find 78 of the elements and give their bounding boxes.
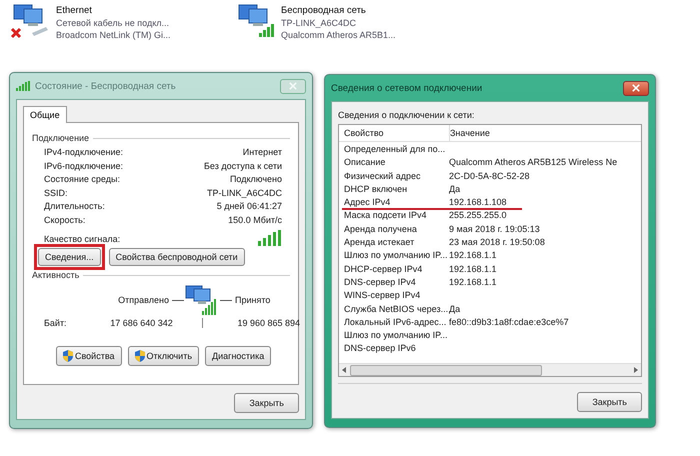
value-cell-text: 9 мая 2018 г. 19:05:13	[449, 222, 540, 236]
property-cell-text: Шлюз по умолчанию IP...	[344, 249, 448, 262]
value-cell: Да	[449, 302, 460, 316]
field-label: Скорость:	[44, 214, 86, 227]
bytes-received: 19 960 865 894	[236, 318, 300, 328]
tab[interactable]: Общие	[23, 106, 67, 123]
close-icon	[289, 82, 297, 90]
scroll-left-icon[interactable]	[342, 367, 346, 373]
adapter-device: Broadcom NetLink (TM) Gi...	[56, 29, 171, 41]
dialog-button[interactable]: Сведения...	[38, 248, 101, 266]
dialog-button[interactable]: Свойства беспроводной сети	[108, 248, 245, 266]
scrollbar-thumb[interactable]	[350, 364, 542, 376]
window-title: Сведения о сетевом подключении	[331, 82, 484, 94]
adapter-status: Сетевой кабель не подкл...	[56, 17, 170, 29]
sent-label: Отправлено	[118, 295, 169, 305]
property-cell-text: Аренда истекает	[344, 236, 416, 250]
close-dialog-button[interactable]: Закрыть	[577, 392, 642, 412]
property-cell-text: Определенный для по...	[344, 143, 446, 156]
property-cell-text: DHCP включен	[344, 182, 408, 196]
signal-bars-icon	[258, 230, 282, 246]
network-computers-icon	[184, 284, 218, 316]
adapter-device: Qualcomm Atheros AR5B1...	[281, 29, 396, 41]
dialog-button[interactable]: Свойства	[56, 346, 122, 366]
field-value: 150.0 Мбит/с	[228, 214, 282, 226]
value-cell: 192.168.1.1	[449, 262, 497, 276]
bytes-sent: 17 686 640 342	[109, 318, 174, 328]
field-value: TP-LINK_A6C4DC	[206, 186, 282, 200]
adapter-name: Беспроводная сеть	[281, 5, 367, 17]
close-dialog-button[interactable]: Закрыть	[234, 393, 299, 413]
value-cell-text: Qualcomm Atheros AR5B125 Wireless Ne	[449, 156, 618, 170]
property-cell-text: DNS-сервер IPv4	[344, 276, 417, 289]
field-value: Интернет	[242, 146, 282, 159]
property-cell: Служба NetBIOS через...	[344, 302, 449, 316]
field-value: Без доступа к сети	[204, 160, 282, 173]
value-cell-text: Да	[449, 182, 460, 196]
adapter-status: TP-LINK_A6C4DC	[281, 17, 358, 29]
field-value: 5 дней 06:41:27	[216, 200, 282, 213]
field-label: Качество сигнала:	[44, 232, 120, 246]
network-computers-icon[interactable]	[10, 3, 50, 39]
value-cell-text: 255.255.255.0	[449, 209, 507, 222]
bytes-label: Байт:	[44, 318, 68, 328]
field-value: Подключено	[230, 173, 282, 186]
close-icon	[632, 84, 640, 92]
column-header[interactable]: Свойство	[344, 125, 450, 141]
property-cell-text: Физический адрес	[344, 170, 422, 183]
property-cell-text: DHCP-сервер IPv4	[344, 262, 424, 276]
value-cell-text: fe80::d9b3:1a8f:cdae:e3ce%7	[449, 316, 569, 329]
dialog-button[interactable]: Диагностика	[205, 346, 272, 366]
dialog-button[interactable]: Отключить	[128, 346, 200, 366]
adapter-name: Ethernet	[56, 5, 93, 17]
close-button[interactable]	[623, 80, 649, 96]
signal-bars-icon	[16, 81, 30, 91]
column-header[interactable]: Значение	[450, 125, 490, 141]
property-cell-text: Адрес IPv4	[344, 196, 392, 210]
list-caption: Сведения о подключении к сети:	[338, 110, 476, 120]
value-cell: 2C-D0-5A-8C-52-28	[449, 170, 530, 183]
received-label: Принято	[235, 295, 270, 305]
property-cell-text: Шлюз по умолчанию IP...	[344, 329, 448, 342]
field-label: IPv4-подключение:	[44, 146, 123, 159]
value-cell-text: 192.168.1.1	[449, 276, 497, 289]
field-label: Длительность:	[44, 200, 105, 213]
value-cell: 23 мая 2018 г. 19:50:08	[449, 236, 545, 250]
property-cell-text: Локальный IPv6-адрес...	[344, 316, 448, 329]
property-cell-text: WINS-сервер IPv4	[344, 289, 422, 302]
property-cell-text: Описание	[344, 156, 386, 170]
field-label: SSID:	[44, 186, 68, 200]
scroll-right-icon[interactable]	[634, 367, 638, 373]
field-label: IPv6-подключение:	[44, 160, 123, 173]
value-cell-text: 192.168.1.1	[449, 249, 497, 262]
group-heading: Подключение	[32, 133, 90, 143]
window-title: Состояние - Беспроводная сеть	[35, 80, 177, 92]
field-label: Состояние среды:	[44, 173, 120, 186]
property-cell-text: Аренда получена	[344, 222, 418, 236]
horizontal-scrollbar[interactable]	[339, 363, 641, 376]
group-heading: Активность	[32, 270, 80, 280]
property-cell-text: DNS-сервер IPv6	[344, 342, 417, 356]
property-cell-text: Маска подсети IPv4	[344, 209, 428, 222]
value-cell: 192.168.1.108	[449, 196, 507, 210]
